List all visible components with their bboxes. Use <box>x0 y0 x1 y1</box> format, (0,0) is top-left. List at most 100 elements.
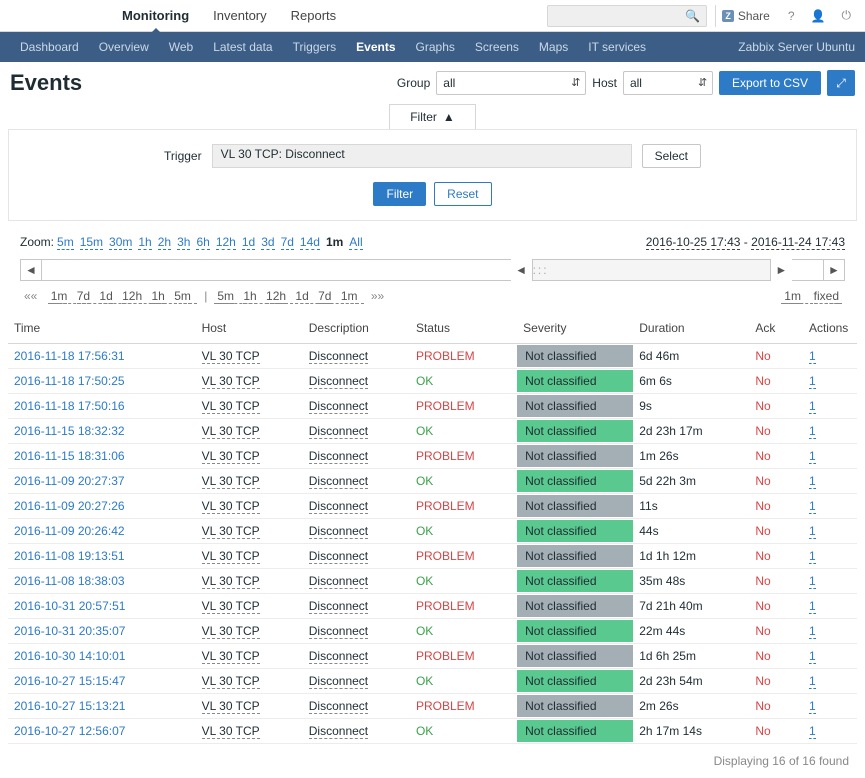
event-desc[interactable]: Disconnect <box>303 669 410 694</box>
event-time[interactable]: 2016-11-18 17:50:25 <box>8 369 196 394</box>
slider-right-inner[interactable]: ► <box>770 259 792 281</box>
quick-left-12h[interactable]: 12h <box>122 289 142 304</box>
event-time[interactable]: 2016-11-15 18:31:06 <box>8 444 196 469</box>
event-time[interactable]: 2016-11-18 17:50:16 <box>8 394 196 419</box>
event-desc[interactable]: Disconnect <box>303 394 410 419</box>
event-host[interactable]: VL 30 TCP <box>196 419 303 444</box>
zoom-1m[interactable]: 1m <box>326 235 343 249</box>
event-desc[interactable]: Disconnect <box>303 369 410 394</box>
quick-left-7d[interactable]: 7d <box>77 289 90 304</box>
help-icon[interactable]: ? <box>784 9 799 23</box>
share-button[interactable]: ZShare <box>715 5 776 27</box>
col-time[interactable]: Time <box>8 313 196 344</box>
event-host[interactable]: VL 30 TCP <box>196 344 303 369</box>
rewind-icon[interactable]: «« <box>24 289 41 303</box>
col-ack[interactable]: Ack <box>749 313 803 344</box>
search-input[interactable]: 🔍 <box>547 5 707 27</box>
event-desc[interactable]: Disconnect <box>303 694 410 719</box>
event-ack[interactable]: No <box>749 719 803 744</box>
event-actions[interactable]: 1 <box>803 494 857 519</box>
forward-icon[interactable]: »» <box>371 289 384 303</box>
host-select[interactable]: all <box>623 71 713 95</box>
zoom-1d[interactable]: 1d <box>242 235 255 250</box>
event-time[interactable]: 2016-11-09 20:26:42 <box>8 519 196 544</box>
event-actions[interactable]: 1 <box>803 419 857 444</box>
sub-tab-web[interactable]: Web <box>159 32 203 62</box>
slider-track[interactable]: ◄:::► <box>42 259 823 281</box>
event-desc[interactable]: Disconnect <box>303 619 410 644</box>
event-ack[interactable]: No <box>749 494 803 519</box>
event-ack[interactable]: No <box>749 519 803 544</box>
zoom-2h[interactable]: 2h <box>158 235 171 250</box>
event-ack[interactable]: No <box>749 669 803 694</box>
event-desc[interactable]: Disconnect <box>303 594 410 619</box>
event-host[interactable]: VL 30 TCP <box>196 719 303 744</box>
top-tab-inventory[interactable]: Inventory <box>201 0 278 32</box>
event-actions[interactable]: 1 <box>803 619 857 644</box>
quick-fixed[interactable]: fixed <box>814 289 839 304</box>
top-tab-monitoring[interactable]: Monitoring <box>110 0 201 32</box>
select-trigger-button[interactable]: Select <box>642 144 701 168</box>
quick-left-1m[interactable]: 1m <box>51 289 68 304</box>
event-actions[interactable]: 1 <box>803 694 857 719</box>
event-ack[interactable]: No <box>749 419 803 444</box>
event-actions[interactable]: 1 <box>803 719 857 744</box>
event-time[interactable]: 2016-11-09 20:27:26 <box>8 494 196 519</box>
sub-tab-triggers[interactable]: Triggers <box>283 32 347 62</box>
event-actions[interactable]: 1 <box>803 344 857 369</box>
event-host[interactable]: VL 30 TCP <box>196 594 303 619</box>
quick-right-5m[interactable]: 5m <box>217 289 234 304</box>
event-desc[interactable]: Disconnect <box>303 494 410 519</box>
zoom-12h[interactable]: 12h <box>216 235 236 250</box>
trigger-input[interactable]: VL 30 TCP: Disconnect <box>212 144 632 168</box>
event-actions[interactable]: 1 <box>803 394 857 419</box>
quick-range-val[interactable]: 1m <box>784 289 801 304</box>
event-host[interactable]: VL 30 TCP <box>196 494 303 519</box>
sub-tab-it-services[interactable]: IT services <box>578 32 656 62</box>
event-time[interactable]: 2016-11-18 17:56:31 <box>8 344 196 369</box>
event-ack[interactable]: No <box>749 569 803 594</box>
slider-right-outer[interactable]: ► <box>823 259 845 281</box>
slider-handle[interactable]: ◄:::► <box>511 260 792 280</box>
event-ack[interactable]: No <box>749 644 803 669</box>
event-host[interactable]: VL 30 TCP <box>196 619 303 644</box>
filter-tab[interactable]: Filter▲ <box>389 104 476 129</box>
zoom-15m[interactable]: 15m <box>80 235 103 250</box>
filter-apply-button[interactable]: Filter <box>373 182 426 206</box>
event-time[interactable]: 2016-11-08 18:38:03 <box>8 569 196 594</box>
col-description[interactable]: Description <box>303 313 410 344</box>
event-desc[interactable]: Disconnect <box>303 644 410 669</box>
event-ack[interactable]: No <box>749 594 803 619</box>
quick-left-5m[interactable]: 5m <box>174 289 191 304</box>
event-desc[interactable]: Disconnect <box>303 544 410 569</box>
event-desc[interactable]: Disconnect <box>303 569 410 594</box>
event-actions[interactable]: 1 <box>803 469 857 494</box>
event-ack[interactable]: No <box>749 369 803 394</box>
quick-left-1h[interactable]: 1h <box>151 289 164 304</box>
sub-tab-latest-data[interactable]: Latest data <box>203 32 282 62</box>
user-icon[interactable]: 👤 <box>807 9 830 23</box>
quick-right-1m[interactable]: 1m <box>341 289 358 304</box>
event-host[interactable]: VL 30 TCP <box>196 669 303 694</box>
quick-right-12h[interactable]: 12h <box>266 289 286 304</box>
zoom-30m[interactable]: 30m <box>109 235 132 250</box>
col-host[interactable]: Host <box>196 313 303 344</box>
filter-reset-button[interactable]: Reset <box>434 182 491 206</box>
event-host[interactable]: VL 30 TCP <box>196 444 303 469</box>
event-actions[interactable]: 1 <box>803 594 857 619</box>
event-time[interactable]: 2016-10-27 12:56:07 <box>8 719 196 744</box>
event-host[interactable]: VL 30 TCP <box>196 644 303 669</box>
event-actions[interactable]: 1 <box>803 669 857 694</box>
event-host[interactable]: VL 30 TCP <box>196 369 303 394</box>
event-time[interactable]: 2016-11-15 18:32:32 <box>8 419 196 444</box>
zoom-1h[interactable]: 1h <box>138 235 151 250</box>
event-host[interactable]: VL 30 TCP <box>196 519 303 544</box>
event-actions[interactable]: 1 <box>803 569 857 594</box>
col-severity[interactable]: Severity <box>517 313 633 344</box>
zoom-All[interactable]: All <box>349 235 362 250</box>
event-actions[interactable]: 1 <box>803 369 857 394</box>
col-actions[interactable]: Actions <box>803 313 857 344</box>
event-desc[interactable]: Disconnect <box>303 469 410 494</box>
top-tab-reports[interactable]: Reports <box>279 0 349 32</box>
sub-tab-graphs[interactable]: Graphs <box>406 32 465 62</box>
